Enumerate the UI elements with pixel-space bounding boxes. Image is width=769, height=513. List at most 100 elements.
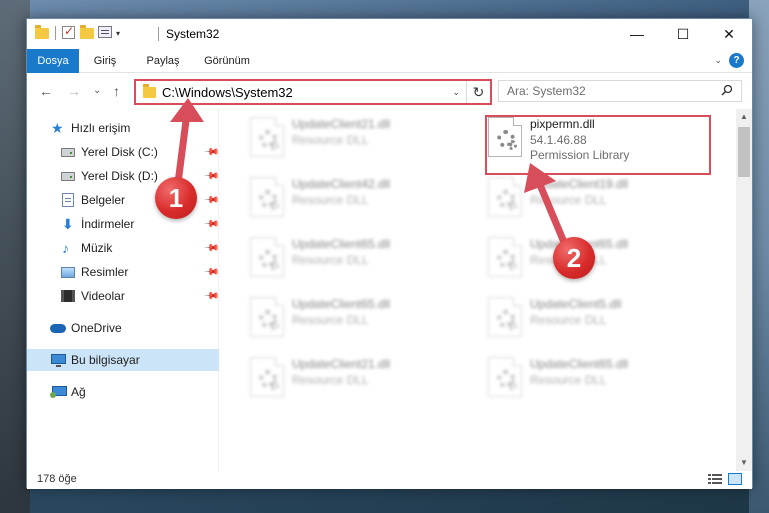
pin-icon: 📌	[202, 287, 220, 305]
ribbon: Dosya Giriş Paylaş Görünüm ⌄ ?	[27, 49, 752, 73]
file-description: Resource DLL	[292, 253, 369, 267]
dll-file-icon	[488, 297, 522, 337]
file-name: UpdateClient21.dll	[292, 357, 391, 371]
sidebar-item-label: İndirmeler	[81, 217, 135, 231]
cloud-icon	[50, 321, 66, 335]
vertical-scrollbar[interactable]: ▲ ▼	[736, 109, 752, 471]
close-button[interactable]: ✕	[706, 19, 752, 49]
title-separator	[158, 27, 159, 41]
file-item[interactable]: UpdateClient65.dll Resource DLL	[240, 291, 478, 345]
help-icon[interactable]: ?	[729, 53, 744, 68]
network-icon	[50, 385, 67, 399]
file-name: UpdateClient65.dll	[292, 237, 391, 251]
file-name: UpdateClient21.dll	[292, 117, 391, 131]
dll-file-icon	[250, 117, 284, 157]
file-item[interactable]: UpdateClient19.dll Resource DLL	[478, 171, 716, 225]
refresh-button[interactable]: ↻	[466, 81, 490, 103]
file-description: Resource DLL	[530, 313, 607, 327]
file-item[interactable]: UpdateClient65.dll Resource DLL	[478, 231, 716, 285]
dll-file-icon	[250, 237, 284, 277]
sidebar-item-label: Belgeler	[81, 193, 126, 207]
tiles-view-icon[interactable]	[728, 473, 742, 485]
computer-icon	[51, 353, 66, 367]
drive-icon	[61, 145, 75, 159]
minimize-button[interactable]: —	[614, 19, 660, 49]
dll-file-icon	[250, 357, 284, 397]
sidebar-item-downloads[interactable]: ⬇ İndirmeler 📌	[27, 213, 220, 235]
pin-icon: 📌	[202, 167, 220, 185]
sidebar-item-label: Bu bilgisayar	[71, 353, 140, 367]
pin-icon: 📌	[202, 263, 220, 281]
sidebar-item-pictures[interactable]: Resimler 📌	[27, 261, 220, 283]
address-dropdown-icon[interactable]: ⌄	[452, 87, 460, 98]
dll-file-icon	[488, 237, 522, 277]
star-icon: ★	[51, 120, 64, 136]
folder-icon	[143, 84, 156, 98]
sidebar-item-music[interactable]: ♪ Müzik 📌	[27, 237, 220, 259]
pin-icon: 📌	[202, 191, 220, 209]
address-path[interactable]: C:\Windows\System32	[162, 85, 293, 100]
item-count: 178 öğe	[37, 473, 77, 485]
videos-icon	[61, 289, 75, 303]
file-description: Resource DLL	[292, 313, 369, 327]
file-item[interactable]: UpdateClient21.dll Resource DLL	[240, 111, 478, 165]
sidebar-item-network[interactable]: Ağ	[27, 381, 219, 403]
tab-dosya[interactable]: Dosya	[27, 49, 79, 73]
scroll-down-icon[interactable]: ▼	[736, 455, 752, 471]
sidebar-item-local-disk-c[interactable]: Yerel Disk (C:) 📌	[27, 141, 220, 163]
file-item[interactable]: UpdateClient65.dll Resource DLL	[478, 351, 716, 405]
new-folder-icon[interactable]	[80, 25, 94, 40]
window-controls: — ☐ ✕	[614, 19, 752, 49]
sidebar-item-label: Yerel Disk (D:)	[81, 169, 158, 183]
back-button[interactable]: ←	[39, 83, 53, 99]
maximize-button[interactable]: ☐	[660, 19, 706, 49]
drive-icon	[61, 169, 75, 183]
file-description: Resource DLL	[530, 193, 607, 207]
forward-button[interactable]: →	[67, 83, 81, 99]
file-item[interactable]: UpdateClient42.dll Resource DLL	[240, 171, 478, 225]
sidebar-item-label: Müzik	[81, 241, 113, 255]
file-item[interactable]: UpdateClient5.dll Resource DLL	[478, 291, 716, 345]
file-item[interactable]: UpdateClient21.dll Resource DLL	[240, 351, 478, 405]
sidebar-item-label: Hızlı erişim	[71, 121, 131, 135]
sidebar-item-this-pc[interactable]: Bu bilgisayar	[27, 349, 219, 371]
sidebar-item-label: Yerel Disk (C:)	[81, 145, 158, 159]
search-box[interactable]: Ara: System32	[498, 80, 742, 102]
step-badge-2: 2	[553, 237, 595, 279]
search-icon[interactable]	[721, 84, 733, 96]
music-icon: ♪	[62, 240, 69, 256]
tab-paylas[interactable]: Paylaş	[140, 49, 186, 73]
navigation-pane: ★ Hızlı erişim Yerel Disk (C:) 📌 Yerel D…	[27, 109, 220, 471]
properties-check-icon[interactable]	[62, 24, 76, 40]
file-item[interactable]: UpdateClient65.dll Resource DLL	[240, 231, 478, 285]
scrollbar-thumb[interactable]	[738, 127, 750, 177]
recent-locations-button[interactable]: ⌄	[93, 85, 101, 96]
sidebar-item-quick-access[interactable]: ★ Hızlı erişim	[27, 117, 219, 139]
sidebar-item-videos[interactable]: Videolar 📌	[27, 285, 220, 307]
properties-icon[interactable]	[98, 26, 112, 40]
details-view-icon[interactable]	[708, 473, 722, 485]
sidebar-item-onedrive[interactable]: OneDrive	[27, 317, 219, 339]
pin-icon: 📌	[202, 215, 220, 233]
status-bar: 178 öğe	[27, 471, 752, 489]
up-button[interactable]: ↑	[113, 83, 120, 99]
sidebar-item-label: Videolar	[81, 289, 125, 303]
expand-ribbon-icon[interactable]: ⌄	[714, 55, 722, 66]
explorer-window: ▾ System32 — ☐ ✕ Dosya Giriş Paylaş Görü…	[26, 18, 753, 489]
scroll-up-icon[interactable]: ▲	[736, 109, 752, 125]
navigation-bar: ← → ⌄ ↑ C:\Windows\System32 ⌄ ↻ Ara: Sys…	[27, 74, 752, 108]
sidebar-item-label: Ağ	[71, 385, 86, 399]
pin-icon: 📌	[202, 239, 220, 257]
tab-gorunum[interactable]: Görünüm	[197, 49, 257, 73]
dll-file-icon	[488, 177, 522, 217]
tab-giris[interactable]: Giriş	[85, 49, 125, 73]
file-name: UpdateClient5.dll	[530, 297, 622, 311]
search-placeholder[interactable]: Ara: System32	[507, 84, 586, 98]
sidebar-item-label: Resimler	[81, 265, 129, 279]
title-bar: ▾ System32 — ☐ ✕	[27, 19, 752, 49]
file-description: Resource DLL	[292, 193, 369, 207]
dll-file-icon	[250, 297, 284, 337]
download-icon: ⬇	[62, 216, 74, 232]
chevron-down-icon[interactable]: ▾	[116, 29, 120, 38]
address-bar[interactable]: C:\Windows\System32 ⌄ ↻	[134, 79, 492, 105]
